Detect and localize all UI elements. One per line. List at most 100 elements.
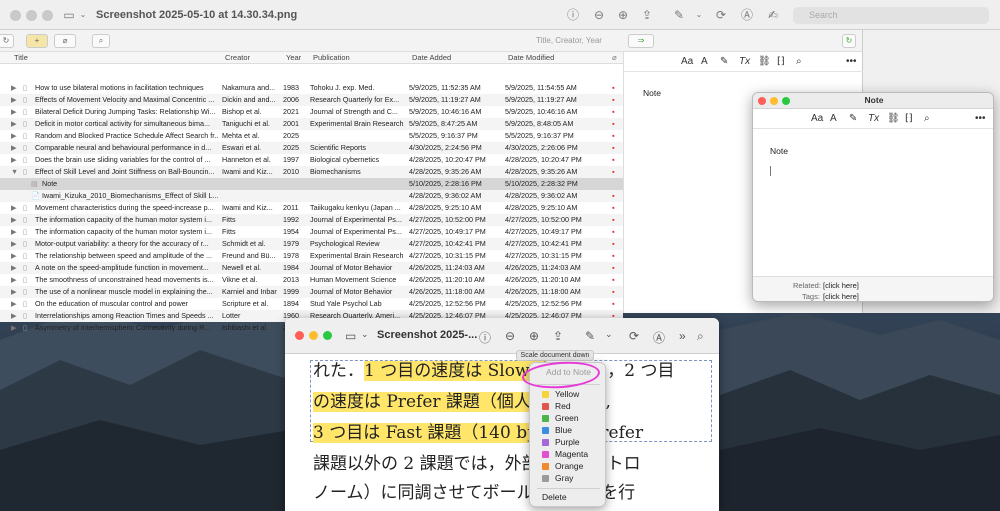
attach-icon[interactable]: ⌀	[54, 34, 76, 48]
pdf-attachment-icon[interactable]: ▪	[612, 94, 620, 106]
pdf-attachment-icon[interactable]: ▪	[612, 190, 620, 202]
pdf-attachment-icon[interactable]: ▪	[612, 82, 620, 94]
pdf-attachment-icon[interactable]: ▪	[612, 274, 620, 286]
table-row[interactable]: ▶ ▯ Motor-output variability: a theory for…	[0, 238, 623, 250]
pdf-attachment-icon[interactable]: ▪	[612, 154, 620, 166]
chevron-down-icon[interactable]: ⌄	[605, 329, 613, 340]
table-row[interactable]: ▶ ▯ The smoothness of unconstrained head m…	[0, 274, 623, 286]
sidebar-icon[interactable]: ▭	[62, 8, 76, 22]
pdf-attachment-icon[interactable]: ▪	[612, 262, 620, 274]
col-publication[interactable]: Publication	[313, 53, 350, 62]
zoom-button[interactable]	[323, 331, 332, 340]
expand-toggle-icon[interactable]: ▶	[11, 118, 21, 130]
sidebar-icon[interactable]: ▭	[345, 329, 356, 343]
expand-toggle-icon[interactable]: ▶	[11, 94, 21, 106]
new-item-button[interactable]: +	[26, 34, 48, 48]
col-date-modified[interactable]: Date Modified	[508, 53, 554, 62]
font-size-icon[interactable]: A	[830, 113, 837, 124]
clear-format-icon[interactable]: Tx	[739, 56, 750, 67]
note-text[interactable]: Note	[643, 88, 661, 98]
expand-toggle-icon[interactable]: ▶	[11, 82, 21, 94]
more-icon[interactable]: •••	[975, 113, 986, 124]
highlight-icon[interactable]: ✎	[849, 113, 857, 124]
expand-toggle-icon[interactable]: ▼	[11, 166, 21, 178]
signature-icon[interactable]: ✍	[766, 8, 780, 22]
markup-pen-icon[interactable]: ✎	[585, 329, 595, 343]
table-row[interactable]: ▶ ▯ Deficit in motor cortical activity for…	[0, 118, 623, 130]
table-row[interactable]: ▶ ▯ The relationship between speed and amp…	[0, 250, 623, 262]
expand-toggle-icon[interactable]: ▶	[11, 250, 21, 262]
expand-toggle-icon[interactable]: ▶	[11, 286, 21, 298]
zoom-button[interactable]	[42, 10, 53, 21]
col-date-added[interactable]: Date Added	[412, 53, 451, 62]
expand-toggle-icon[interactable]: ▶	[11, 202, 21, 214]
share-icon[interactable]: ⇪	[553, 329, 563, 343]
table-row[interactable]: ▶ ▯ Random and Blocked Practice Schedule A…	[0, 130, 623, 142]
search-icon[interactable]: ⌕	[697, 329, 704, 344]
zoom-in-icon[interactable]: ⊕	[529, 329, 539, 343]
chevron-down-icon[interactable]: ⌄	[76, 8, 90, 22]
chevron-down-icon[interactable]: ⌄	[361, 329, 369, 340]
expand-toggle-icon[interactable]: ▶	[11, 154, 21, 166]
color-item-green[interactable]: Green	[530, 412, 607, 424]
col-title[interactable]: Title	[14, 53, 28, 62]
expand-toggle-icon[interactable]: ▶	[11, 226, 21, 238]
goto-icon[interactable]: ⇒	[628, 34, 654, 48]
minimize-button[interactable]	[26, 10, 37, 21]
annotate-icon[interactable]: Ⓐ	[740, 8, 754, 22]
pdf-attachment-icon[interactable]: ▪	[612, 226, 620, 238]
table-row[interactable]: ▶ ▯ Does the brain use sliding variables f…	[0, 154, 623, 166]
sync-status-icon[interactable]: ↻	[842, 34, 856, 48]
more-icon[interactable]: •••	[846, 56, 857, 67]
pdf-attachment-icon[interactable]: ▪	[612, 130, 620, 142]
font-size-icon[interactable]: A	[701, 56, 708, 67]
table-row[interactable]: ▶ ▯ A note on the speed-amplitude function…	[0, 262, 623, 274]
col-creator[interactable]: Creator	[225, 53, 250, 62]
child-item-row[interactable]: ▤ Note 5/10/2025, 2:28:16 PM 5/10/2025, 2:2…	[0, 178, 623, 190]
delete-item[interactable]: Delete	[530, 491, 607, 503]
pdf-attachment-icon[interactable]: ▪	[612, 202, 620, 214]
expand-toggle-icon[interactable]: ▶	[11, 262, 21, 274]
expand-toggle-icon[interactable]: ▶	[11, 130, 21, 142]
expand-toggle-icon[interactable]: ▶	[11, 106, 21, 118]
color-item-gray[interactable]: Gray	[530, 472, 607, 484]
filter-input[interactable]: Title, Creator, Year	[520, 34, 616, 48]
expand-toggle-icon[interactable]: ▶	[11, 322, 21, 334]
search-icon[interactable]: ⌕	[924, 113, 930, 124]
rotate-icon[interactable]: ⟳	[629, 329, 639, 343]
color-item-red[interactable]: Red	[530, 400, 607, 412]
table-row[interactable]: ▶ ▯ Effects of Movement Velocity and Maxim…	[0, 94, 623, 106]
link-icon[interactable]: ⛓	[758, 56, 771, 67]
chevron-down-icon[interactable]: ⌄	[692, 8, 706, 22]
clear-format-icon[interactable]: Tx	[868, 113, 879, 124]
pdf-attachment-icon[interactable]: ▪	[612, 250, 620, 262]
table-row[interactable]: ▼ ▯ Effect of Skill Level and Joint Stiffn…	[0, 166, 623, 178]
expand-toggle-icon[interactable]: ▶	[11, 310, 21, 322]
pdf-attachment-icon[interactable]: ▪	[612, 106, 620, 118]
col-year[interactable]: Year	[286, 53, 301, 62]
text-style-icon[interactable]: Aa	[681, 56, 693, 67]
pdf-attachment-icon[interactable]: ▪	[612, 238, 620, 250]
color-item-purple[interactable]: Purple	[530, 436, 607, 448]
citation-icon[interactable]: ⁅⁆	[777, 56, 785, 67]
info-icon[interactable]: ⓘ	[479, 329, 491, 346]
zoom-out-icon[interactable]: ⊖	[505, 329, 515, 343]
table-row[interactable]: ▶ ▯ The information capacity of the human …	[0, 226, 623, 238]
info-icon[interactable]: ⓘ	[566, 8, 580, 22]
table-row[interactable]: ▶ ▯ How to use bilateral motions in facili…	[0, 82, 623, 94]
color-item-orange[interactable]: Orange	[530, 460, 607, 472]
pdf-attachment-icon[interactable]: ▪	[612, 166, 620, 178]
pdf-attachment-icon[interactable]: ▪	[612, 214, 620, 226]
pdf-attachment-icon[interactable]: ▪	[612, 118, 620, 130]
more-chevron-icon[interactable]: »	[679, 329, 686, 343]
expand-toggle-icon[interactable]: ▶	[11, 238, 21, 250]
table-row[interactable]: ▶ ▯ The information capacity of the human …	[0, 214, 623, 226]
child-item-row[interactable]: 📄 Iwami_Kizuka_2010_Biomechanisms_Effect …	[0, 190, 623, 202]
color-item-yellow[interactable]: Yellow	[530, 388, 607, 400]
markup-pen-icon[interactable]: ✎	[672, 8, 686, 22]
close-button[interactable]	[10, 10, 21, 21]
sync-icon[interactable]: ↻	[0, 34, 14, 48]
annotate-icon[interactable]: Ⓐ	[653, 329, 665, 346]
color-item-magenta[interactable]: Magenta	[530, 448, 607, 460]
close-button[interactable]	[295, 331, 304, 340]
